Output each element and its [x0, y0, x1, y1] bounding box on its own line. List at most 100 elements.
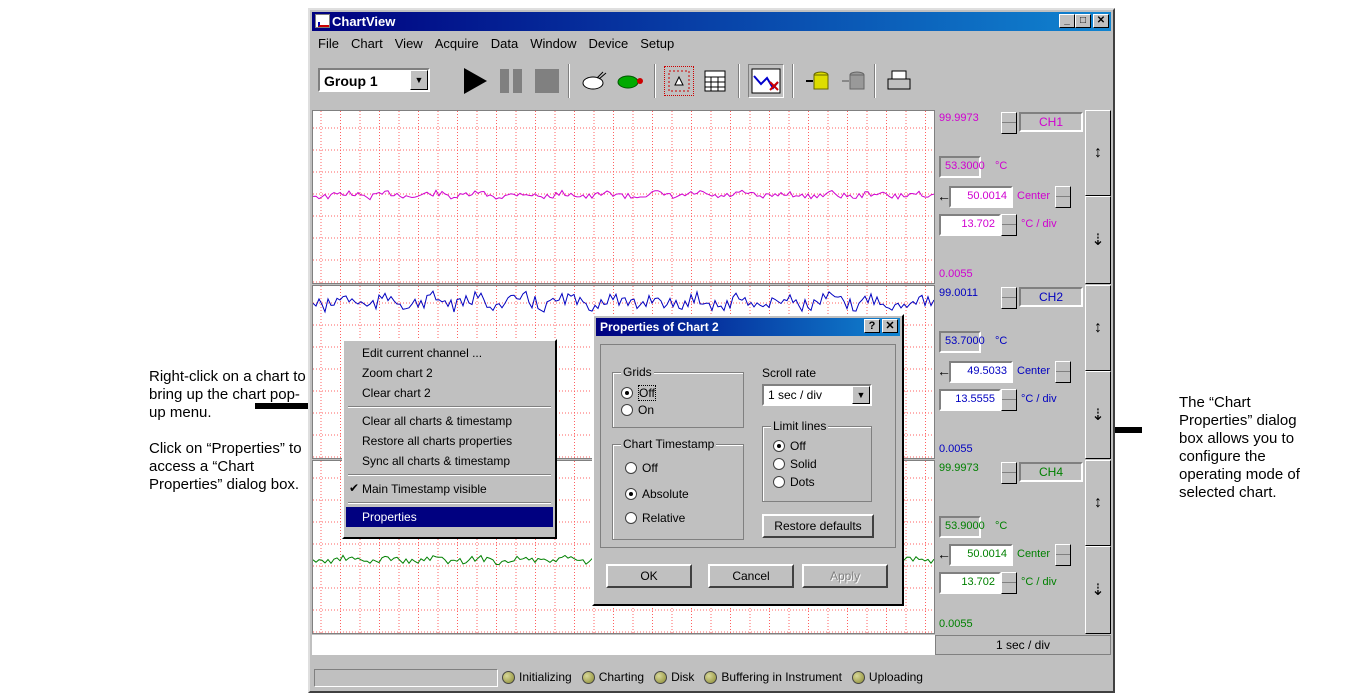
chevron-down-icon[interactable]: ▼: [852, 386, 870, 404]
ch4-expand-button[interactable]: ↕: [1085, 460, 1111, 546]
ch4-div-spin[interactable]: [1001, 572, 1017, 594]
menu-clear-chart[interactable]: Clear chart 2: [346, 383, 553, 403]
menu-device[interactable]: Device: [583, 34, 635, 54]
ok-button[interactable]: OK: [606, 564, 692, 588]
grids-off-radio[interactable]: Off: [621, 385, 656, 401]
menu-data[interactable]: Data: [485, 34, 524, 54]
menu-main-timestamp[interactable]: ✔ Main Timestamp visible: [346, 479, 553, 499]
stop-icon[interactable]: [532, 66, 562, 96]
menu-zoom-chart[interactable]: Zoom chart 2: [346, 363, 553, 383]
timestamp-relative-radio[interactable]: Relative: [625, 511, 685, 525]
menu-restore-all[interactable]: Restore all charts properties: [346, 431, 553, 451]
ch2-div[interactable]: 13.5555: [939, 389, 1001, 411]
dialog-close-button[interactable]: ✕: [882, 319, 898, 333]
ch2-spin[interactable]: [1001, 287, 1017, 309]
chart-1-plot[interactable]: [312, 110, 935, 284]
chart-icon[interactable]: [748, 64, 784, 98]
turtle-icon[interactable]: [614, 66, 644, 96]
menu-setup[interactable]: Setup: [634, 34, 680, 54]
limit-solid-radio[interactable]: Solid: [773, 457, 817, 471]
radio-icon: [773, 440, 785, 452]
menu-sync-all[interactable]: Sync all charts & timestamp: [346, 451, 553, 471]
scroll-rate-value: 1 sec / div: [768, 388, 823, 402]
ch1-spin[interactable]: [1001, 112, 1017, 134]
ch4-unit: °C: [995, 520, 1008, 532]
radio-label: Absolute: [642, 487, 689, 501]
annotation-line: The “Chart: [1179, 394, 1251, 411]
annotation-line: Right-click on a chart to: [149, 368, 306, 385]
download-db-icon[interactable]: [838, 66, 868, 96]
calculator-icon[interactable]: [700, 66, 730, 96]
ch4-shrink-button[interactable]: ⇣: [1085, 546, 1111, 634]
menu-acquire[interactable]: Acquire: [429, 34, 485, 54]
ch4-div[interactable]: 13.702: [939, 572, 1001, 594]
window-title: ChartView: [332, 14, 396, 29]
ch1-expand-button[interactable]: ↕: [1085, 110, 1111, 196]
play-icon[interactable]: [460, 66, 490, 96]
menu-clear-all[interactable]: Clear all charts & timestamp: [346, 411, 553, 431]
radio-icon: [773, 458, 785, 470]
ch2-name[interactable]: CH2: [1019, 287, 1083, 307]
menu-bar: File Chart View Acquire Data Window Devi…: [312, 34, 1111, 54]
ch4-center[interactable]: 50.0014: [949, 544, 1013, 566]
radio-label: Relative: [642, 511, 686, 525]
ch4-center-spin[interactable]: [1055, 544, 1071, 566]
ch2-expand-button[interactable]: ↕: [1085, 285, 1111, 371]
dialog-title-bar[interactable]: Properties of Chart 2 ? ✕: [596, 318, 900, 336]
ch1-div[interactable]: 13.702: [939, 214, 1001, 236]
cancel-button[interactable]: Cancel: [708, 564, 794, 588]
status-label: Charting: [598, 670, 645, 684]
app-icon: [315, 14, 330, 28]
menu-properties[interactable]: Properties: [346, 507, 553, 527]
maximize-button[interactable]: □: [1075, 14, 1091, 28]
ch2-center-spin[interactable]: [1055, 361, 1071, 383]
group-select[interactable]: Group 1 ▼: [318, 68, 430, 92]
ch1-shrink-button[interactable]: ⇣: [1085, 196, 1111, 284]
grids-group: Grids Off On: [612, 365, 744, 428]
ch1-div-spin[interactable]: [1001, 214, 1017, 236]
zoom-hand-icon[interactable]: [664, 66, 694, 96]
menu-file[interactable]: File: [312, 34, 345, 54]
minimize-button[interactable]: _: [1059, 14, 1075, 28]
title-bar[interactable]: ChartView _ □ ✕: [312, 12, 1111, 31]
ch2-center-label: Center: [1017, 365, 1051, 377]
grids-on-radio[interactable]: On: [621, 403, 654, 417]
ch4-name[interactable]: CH4: [1019, 462, 1083, 482]
close-button[interactable]: ✕: [1093, 14, 1109, 28]
scroll-rate-select[interactable]: 1 sec / div ▼: [762, 384, 872, 406]
menu-chart[interactable]: Chart: [345, 34, 389, 54]
radio-icon: [625, 512, 637, 524]
grids-label: Grids: [621, 365, 654, 379]
ch4-center-label: Center: [1017, 548, 1051, 560]
radio-icon: [625, 462, 637, 474]
ch1-center-spin[interactable]: [1055, 186, 1071, 208]
ch1-center[interactable]: 50.0014: [949, 186, 1013, 208]
scroll-rate-label: Scroll rate: [762, 366, 817, 380]
rabbit-icon[interactable]: [578, 66, 608, 96]
limit-off-radio[interactable]: Off: [773, 439, 806, 453]
pause-icon[interactable]: [496, 66, 526, 96]
ch4-spin[interactable]: [1001, 462, 1017, 484]
ch4-min: 0.0055: [939, 618, 973, 630]
annotation-line: selected chart.: [1179, 484, 1277, 501]
timestamp-absolute-radio[interactable]: Absolute: [625, 487, 689, 501]
restore-defaults-button[interactable]: Restore defaults: [762, 514, 874, 538]
printer-icon[interactable]: [884, 66, 914, 96]
ch2-shrink-button[interactable]: ⇣: [1085, 371, 1111, 459]
status-label: Disk: [671, 670, 695, 684]
upload-db-icon[interactable]: [802, 66, 832, 96]
chart-timestamp-label: Chart Timestamp: [621, 437, 717, 451]
led-icon: [851, 671, 865, 685]
menu-view[interactable]: View: [389, 34, 429, 54]
menu-edit-channel[interactable]: Edit current channel ...: [346, 343, 553, 363]
ch2-div-spin[interactable]: [1001, 389, 1017, 411]
timestamp-off-radio[interactable]: Off: [625, 461, 658, 475]
ch2-center[interactable]: 49.5033: [949, 361, 1013, 383]
help-button[interactable]: ?: [864, 319, 880, 333]
radio-label: Off: [790, 439, 806, 453]
menu-window[interactable]: Window: [524, 34, 582, 54]
apply-button[interactable]: Apply: [802, 564, 888, 588]
chevron-down-icon[interactable]: ▼: [410, 70, 428, 90]
ch1-name[interactable]: CH1: [1019, 112, 1083, 132]
limit-dots-radio[interactable]: Dots: [773, 475, 815, 489]
